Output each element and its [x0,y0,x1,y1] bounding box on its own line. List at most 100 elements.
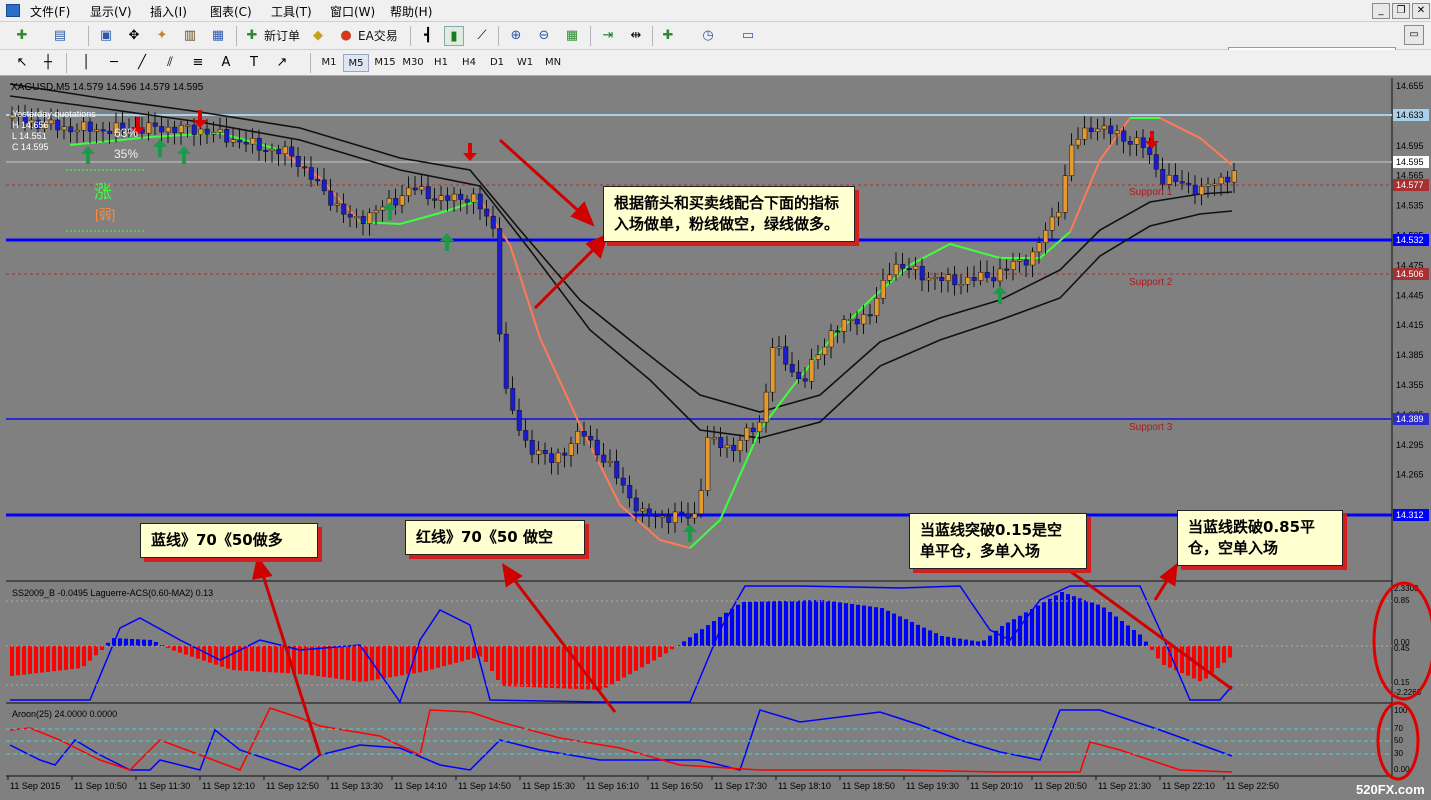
menu-window[interactable]: 窗口(W) [330,3,375,20]
candle [997,268,1003,282]
horizontal-line-icon[interactable]: ─ [104,53,124,73]
timeframe-w1[interactable]: W1 [512,54,538,72]
restore-button[interactable]: ❐ [1392,3,1410,19]
support-2-label: Support 2 [1129,277,1173,288]
arrows-icon[interactable]: ↗ [272,53,292,73]
tile-icon[interactable]: ▦ [562,26,582,46]
chart-shift-icon[interactable]: ⇹ [626,26,646,46]
candle [1023,259,1029,266]
profiles-icon[interactable]: ▤ [50,26,70,46]
histogram-bar [448,646,452,665]
candle [1062,175,1068,213]
new-chart-icon[interactable]: ✚ [12,26,32,46]
menu-tools[interactable]: 工具(T) [271,3,312,20]
terminal-icon[interactable]: ▥ [180,26,200,46]
market-watch-icon[interactable]: ▣ [96,26,116,46]
histogram-bar [646,646,650,664]
menu-bar: 文件(F) 显示(V) 插入(I) 图表(C) 工具(T) 窗口(W) 帮助(H… [0,0,1431,22]
histogram-bar [1084,600,1088,646]
indicators-icon[interactable]: ✚ [658,26,678,46]
histogram-bar [1114,616,1118,646]
menu-help[interactable]: 帮助(H) [390,3,432,20]
support-1-label: Support 1 [1129,187,1173,198]
histogram-bar [1096,604,1100,646]
ea-trading-icon[interactable]: ● [336,26,356,46]
candle [1127,141,1133,145]
bar-chart-icon[interactable]: ┫ [418,26,438,46]
yesterday-label: Yesterday quotations [12,109,96,119]
histogram-bar [454,646,458,663]
crosshair-tool-icon[interactable]: ┼ [38,53,58,73]
candle [217,129,223,133]
candle [198,128,204,135]
candle [1186,182,1192,186]
low-label: L 14.551 [12,131,47,141]
crosshair-icon[interactable]: ✥ [124,26,144,46]
equidistant-channel-icon[interactable]: ⫽ [160,53,180,73]
candle [809,359,815,382]
ea-trading-button[interactable]: EA交易 [358,25,398,47]
templates-icon[interactable]: ▭ [738,26,758,46]
candle [458,193,464,200]
histogram-bar [274,646,278,673]
tester-icon[interactable]: ▦ [208,26,228,46]
line-chart-icon[interactable]: ⟋ [472,26,492,46]
menu-file[interactable]: 文件(F) [30,3,70,20]
time-tick-label: 11 Sep 20:50 [1034,781,1087,791]
histogram-bar [934,633,938,646]
candle [256,138,262,151]
histogram-bar [688,637,692,646]
meta-editor-icon[interactable]: ◆ [308,26,328,46]
menu-chart[interactable]: 图表(C) [210,3,252,20]
timeframe-h4[interactable]: H4 [456,54,482,72]
timeframe-m1[interactable]: M1 [316,54,342,72]
timeframe-m30[interactable]: M30 [400,54,426,72]
periods-icon[interactable]: ◷ [698,26,718,46]
zoom-in-icon[interactable]: ⊕ [506,26,526,46]
candle [562,452,568,456]
histogram-bar [820,600,824,646]
new-order-button[interactable]: 新订单 [264,25,300,47]
text-label-icon[interactable]: T [244,53,264,73]
navigator-icon[interactable]: ✦ [152,26,172,46]
candle [1160,169,1166,185]
auto-scroll-icon[interactable]: ⇥ [598,26,618,46]
menu-view[interactable]: 显示(V) [90,3,132,20]
pct-down-label: 35% [114,147,138,161]
candle [224,129,230,143]
fibonacci-icon[interactable]: ≡ [188,53,208,73]
candle [451,193,457,201]
candle [94,129,100,132]
text-icon[interactable]: A [216,53,236,73]
candle [354,216,360,219]
zoom-out-icon[interactable]: ⊖ [534,26,554,46]
minimize-button[interactable]: _ [1372,3,1390,19]
timeframe-d1[interactable]: D1 [484,54,510,72]
trendline-icon[interactable]: ╱ [132,53,152,73]
timeframe-mn[interactable]: MN [540,54,566,72]
standard-toolbar: ✚ ▤ ▣ ✥ ✦ ▥ ▦ ✚ 新订单 ◆ ● EA交易 ┫ ▮ ⟋ ⊕ ⊖ ▦… [0,22,1431,69]
blue-line-note: 蓝线》70《50做多 [140,523,318,558]
histogram-bar [574,646,578,689]
candle-chart-icon[interactable]: ▮ [444,26,464,46]
close-button[interactable]: ✕ [1412,3,1430,19]
time-tick-label: 11 Sep 17:30 [714,781,767,791]
histogram-bar [796,600,800,646]
candle [1192,184,1198,196]
timeframe-h1[interactable]: H1 [428,54,454,72]
cursor-icon[interactable]: ↖ [12,53,32,73]
histogram-bar [22,646,26,675]
histogram-bar [16,646,20,676]
indicator-2-tick-label: 50 [1394,736,1403,745]
new-order-icon[interactable]: ✚ [242,26,262,46]
vertical-line-icon[interactable]: │ [76,53,96,73]
timeframe-m15[interactable]: M15 [372,54,398,72]
toolbar-side-button[interactable]: ▭ [1404,25,1424,45]
timeframe-m5[interactable]: M5 [343,54,369,72]
candle [1121,130,1127,142]
trend-label: 涨 [94,182,112,202]
menu-insert[interactable]: 插入(I) [150,3,187,20]
price-tag-label: 14.389 [1396,414,1424,424]
candle [653,514,659,517]
time-tick-label: 11 Sep 18:50 [842,781,895,791]
